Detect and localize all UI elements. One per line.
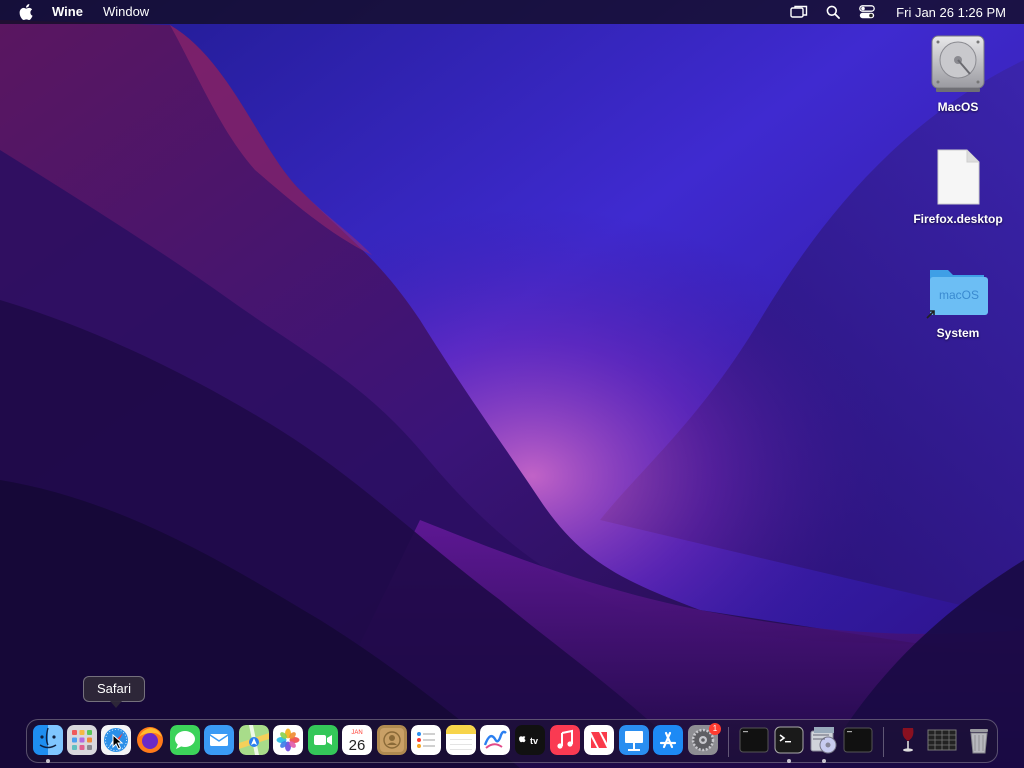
apple-menu[interactable] xyxy=(0,0,52,24)
desktop-icon-system[interactable]: macOS System xyxy=(903,262,1013,340)
facetime-icon[interactable] xyxy=(308,725,338,755)
menu-bar-clock[interactable]: Fri Jan 26 1:26 PM xyxy=(884,5,1024,20)
spotlight-search-icon[interactable] xyxy=(816,0,850,24)
notification-badge: 1 xyxy=(709,723,721,735)
menu-bar: Wine Window Fri Jan 26 1:26 PM xyxy=(0,0,1024,24)
menu-bar-status-area: Fri Jan 26 1:26 PM xyxy=(782,0,1024,24)
grid-app-icon[interactable] xyxy=(927,725,957,755)
window-menu[interactable]: Window xyxy=(93,0,159,24)
terminal-icon[interactable] xyxy=(739,725,769,755)
desktop-icon-label: System xyxy=(936,326,980,340)
calendar-month: JAN xyxy=(351,730,362,736)
dock-separator xyxy=(883,727,884,757)
apple-tv-icon[interactable]: tv xyxy=(515,725,545,755)
desktop-icon-firefox-desktop[interactable]: Firefox.desktop xyxy=(903,148,1013,226)
calendar-icon[interactable]: JAN 26 xyxy=(342,725,372,755)
folder-alias-icon: macOS xyxy=(926,270,988,319)
keynote-icon[interactable] xyxy=(619,725,649,755)
terminal-icon[interactable] xyxy=(774,725,804,755)
mail-icon[interactable] xyxy=(204,725,234,755)
notes-icon[interactable] xyxy=(446,725,476,755)
finder-icon[interactable] xyxy=(33,725,63,755)
launchpad-icon[interactable] xyxy=(67,725,97,755)
document-file-icon xyxy=(937,149,980,205)
trash-icon[interactable] xyxy=(964,725,994,755)
desktop-icon-label: Firefox.desktop xyxy=(913,212,1003,226)
dock-separator xyxy=(728,727,729,757)
app-menu-wine[interactable]: Wine xyxy=(52,0,93,24)
contacts-icon[interactable] xyxy=(377,725,407,755)
screen-mirroring-icon[interactable] xyxy=(782,0,816,24)
apple-tv-label: tv xyxy=(530,736,538,746)
running-indicator xyxy=(787,759,791,763)
terminal-icon[interactable] xyxy=(843,725,873,755)
desktop-icon-macos[interactable]: MacOS xyxy=(903,34,1013,114)
desktop-icon-label: MacOS xyxy=(937,100,979,114)
calendar-day: 26 xyxy=(349,737,366,754)
freeform-icon[interactable] xyxy=(480,725,510,755)
dock: JAN 26 tv 1 xyxy=(26,719,998,763)
apple-logo-icon xyxy=(19,4,33,20)
running-indicator xyxy=(822,759,826,763)
reminders-icon[interactable] xyxy=(411,725,441,755)
desktop-wallpaper xyxy=(0,0,1024,768)
mouse-cursor-icon xyxy=(112,734,124,750)
firefox-icon[interactable] xyxy=(135,725,165,755)
wine-tools-icon[interactable] xyxy=(809,725,839,755)
messages-icon[interactable] xyxy=(170,725,200,755)
music-icon[interactable] xyxy=(550,725,580,755)
app-store-icon[interactable] xyxy=(653,725,683,755)
news-icon[interactable] xyxy=(584,725,614,755)
control-center-icon[interactable] xyxy=(850,0,884,24)
photos-icon[interactable] xyxy=(273,725,303,755)
wine-icon[interactable] xyxy=(893,725,923,755)
folder-label-text: macOS xyxy=(939,288,979,302)
dock-tooltip: Safari xyxy=(83,676,145,708)
hard-drive-icon xyxy=(931,35,985,92)
running-indicator xyxy=(46,759,50,763)
maps-icon[interactable] xyxy=(239,725,269,755)
